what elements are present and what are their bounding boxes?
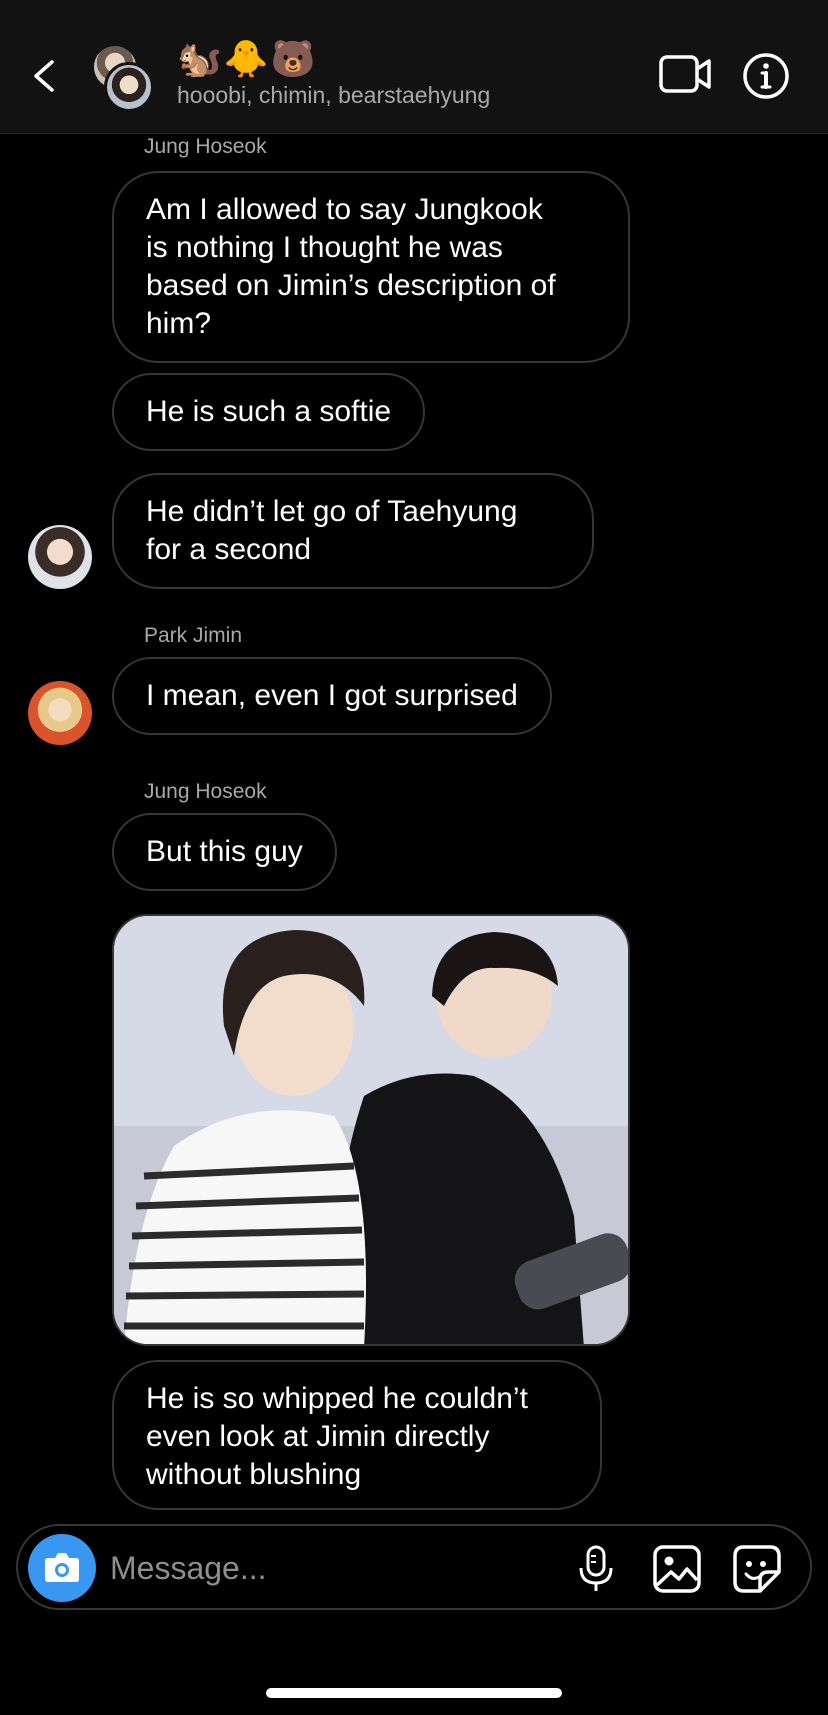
chat-members[interactable]: hooobi, chimin, bearstaehyung <box>177 82 490 109</box>
gallery-button[interactable] <box>652 1544 702 1594</box>
camera-button[interactable] <box>28 1534 96 1602</box>
message-line: him? <box>146 307 212 340</box>
home-indicator[interactable] <box>266 1688 562 1698</box>
message-text: He is such a softie <box>146 395 392 428</box>
info-button[interactable] <box>742 52 790 100</box>
voice-message-button[interactable] <box>576 1544 616 1594</box>
message-line: is nothing I thought he was <box>146 231 503 264</box>
video-call-button[interactable] <box>658 52 712 96</box>
video-camera-icon <box>659 55 711 93</box>
avatar[interactable] <box>28 681 92 745</box>
message-line: based on Jimin’s description of <box>146 269 556 302</box>
info-icon <box>743 53 789 99</box>
message-line: even look at Jimin directly <box>146 1420 490 1453</box>
message-input[interactable] <box>110 1546 510 1590</box>
message-line: for a second <box>146 533 312 566</box>
sender-name: Park Jimin <box>144 624 243 647</box>
sticker-button[interactable] <box>732 1544 782 1594</box>
sender-name: Jung Hoseok <box>144 780 267 803</box>
message-bubble[interactable]: But this guy <box>112 813 337 891</box>
chevron-left-icon <box>34 60 54 92</box>
chat-header: 🐿️🐥🐻 hooobi, chimin, bearstaehyung <box>0 0 828 134</box>
photo-image <box>114 916 628 1344</box>
camera-icon <box>45 1553 79 1582</box>
microphone-icon <box>579 1545 613 1591</box>
avatar <box>104 62 154 112</box>
message-text: I mean, even I got surprised <box>146 679 518 712</box>
chat-title[interactable]: 🐿️🐥🐻 <box>177 38 317 82</box>
avatar[interactable] <box>28 525 92 589</box>
message-line: without blushing <box>146 1458 362 1491</box>
message-bubble[interactable]: He is so whipped he couldn’t even look a… <box>112 1360 602 1510</box>
shared-photo[interactable] <box>112 914 630 1346</box>
message-bubble[interactable]: He is such a softie <box>112 373 426 451</box>
sender-name: Jung Hoseok <box>144 135 267 158</box>
message-bubble[interactable]: Am I allowed to say Jungkook is nothing … <box>112 171 630 363</box>
message-bubble[interactable]: He didn’t let go of Taehyung for a secon… <box>112 473 594 589</box>
message-composer <box>16 1524 812 1610</box>
gallery-icon <box>653 1545 701 1593</box>
back-button[interactable] <box>22 46 66 106</box>
message-line: He is so whipped he couldn’t <box>146 1382 528 1415</box>
message-line: Am I allowed to say Jungkook <box>146 193 543 226</box>
message-bubble[interactable]: I mean, even I got surprised <box>112 657 552 735</box>
message-line: He didn’t let go of Taehyung <box>146 495 518 528</box>
group-avatar[interactable] <box>92 44 158 112</box>
sticker-icon <box>733 1545 781 1593</box>
message-text: But this guy <box>146 835 303 868</box>
